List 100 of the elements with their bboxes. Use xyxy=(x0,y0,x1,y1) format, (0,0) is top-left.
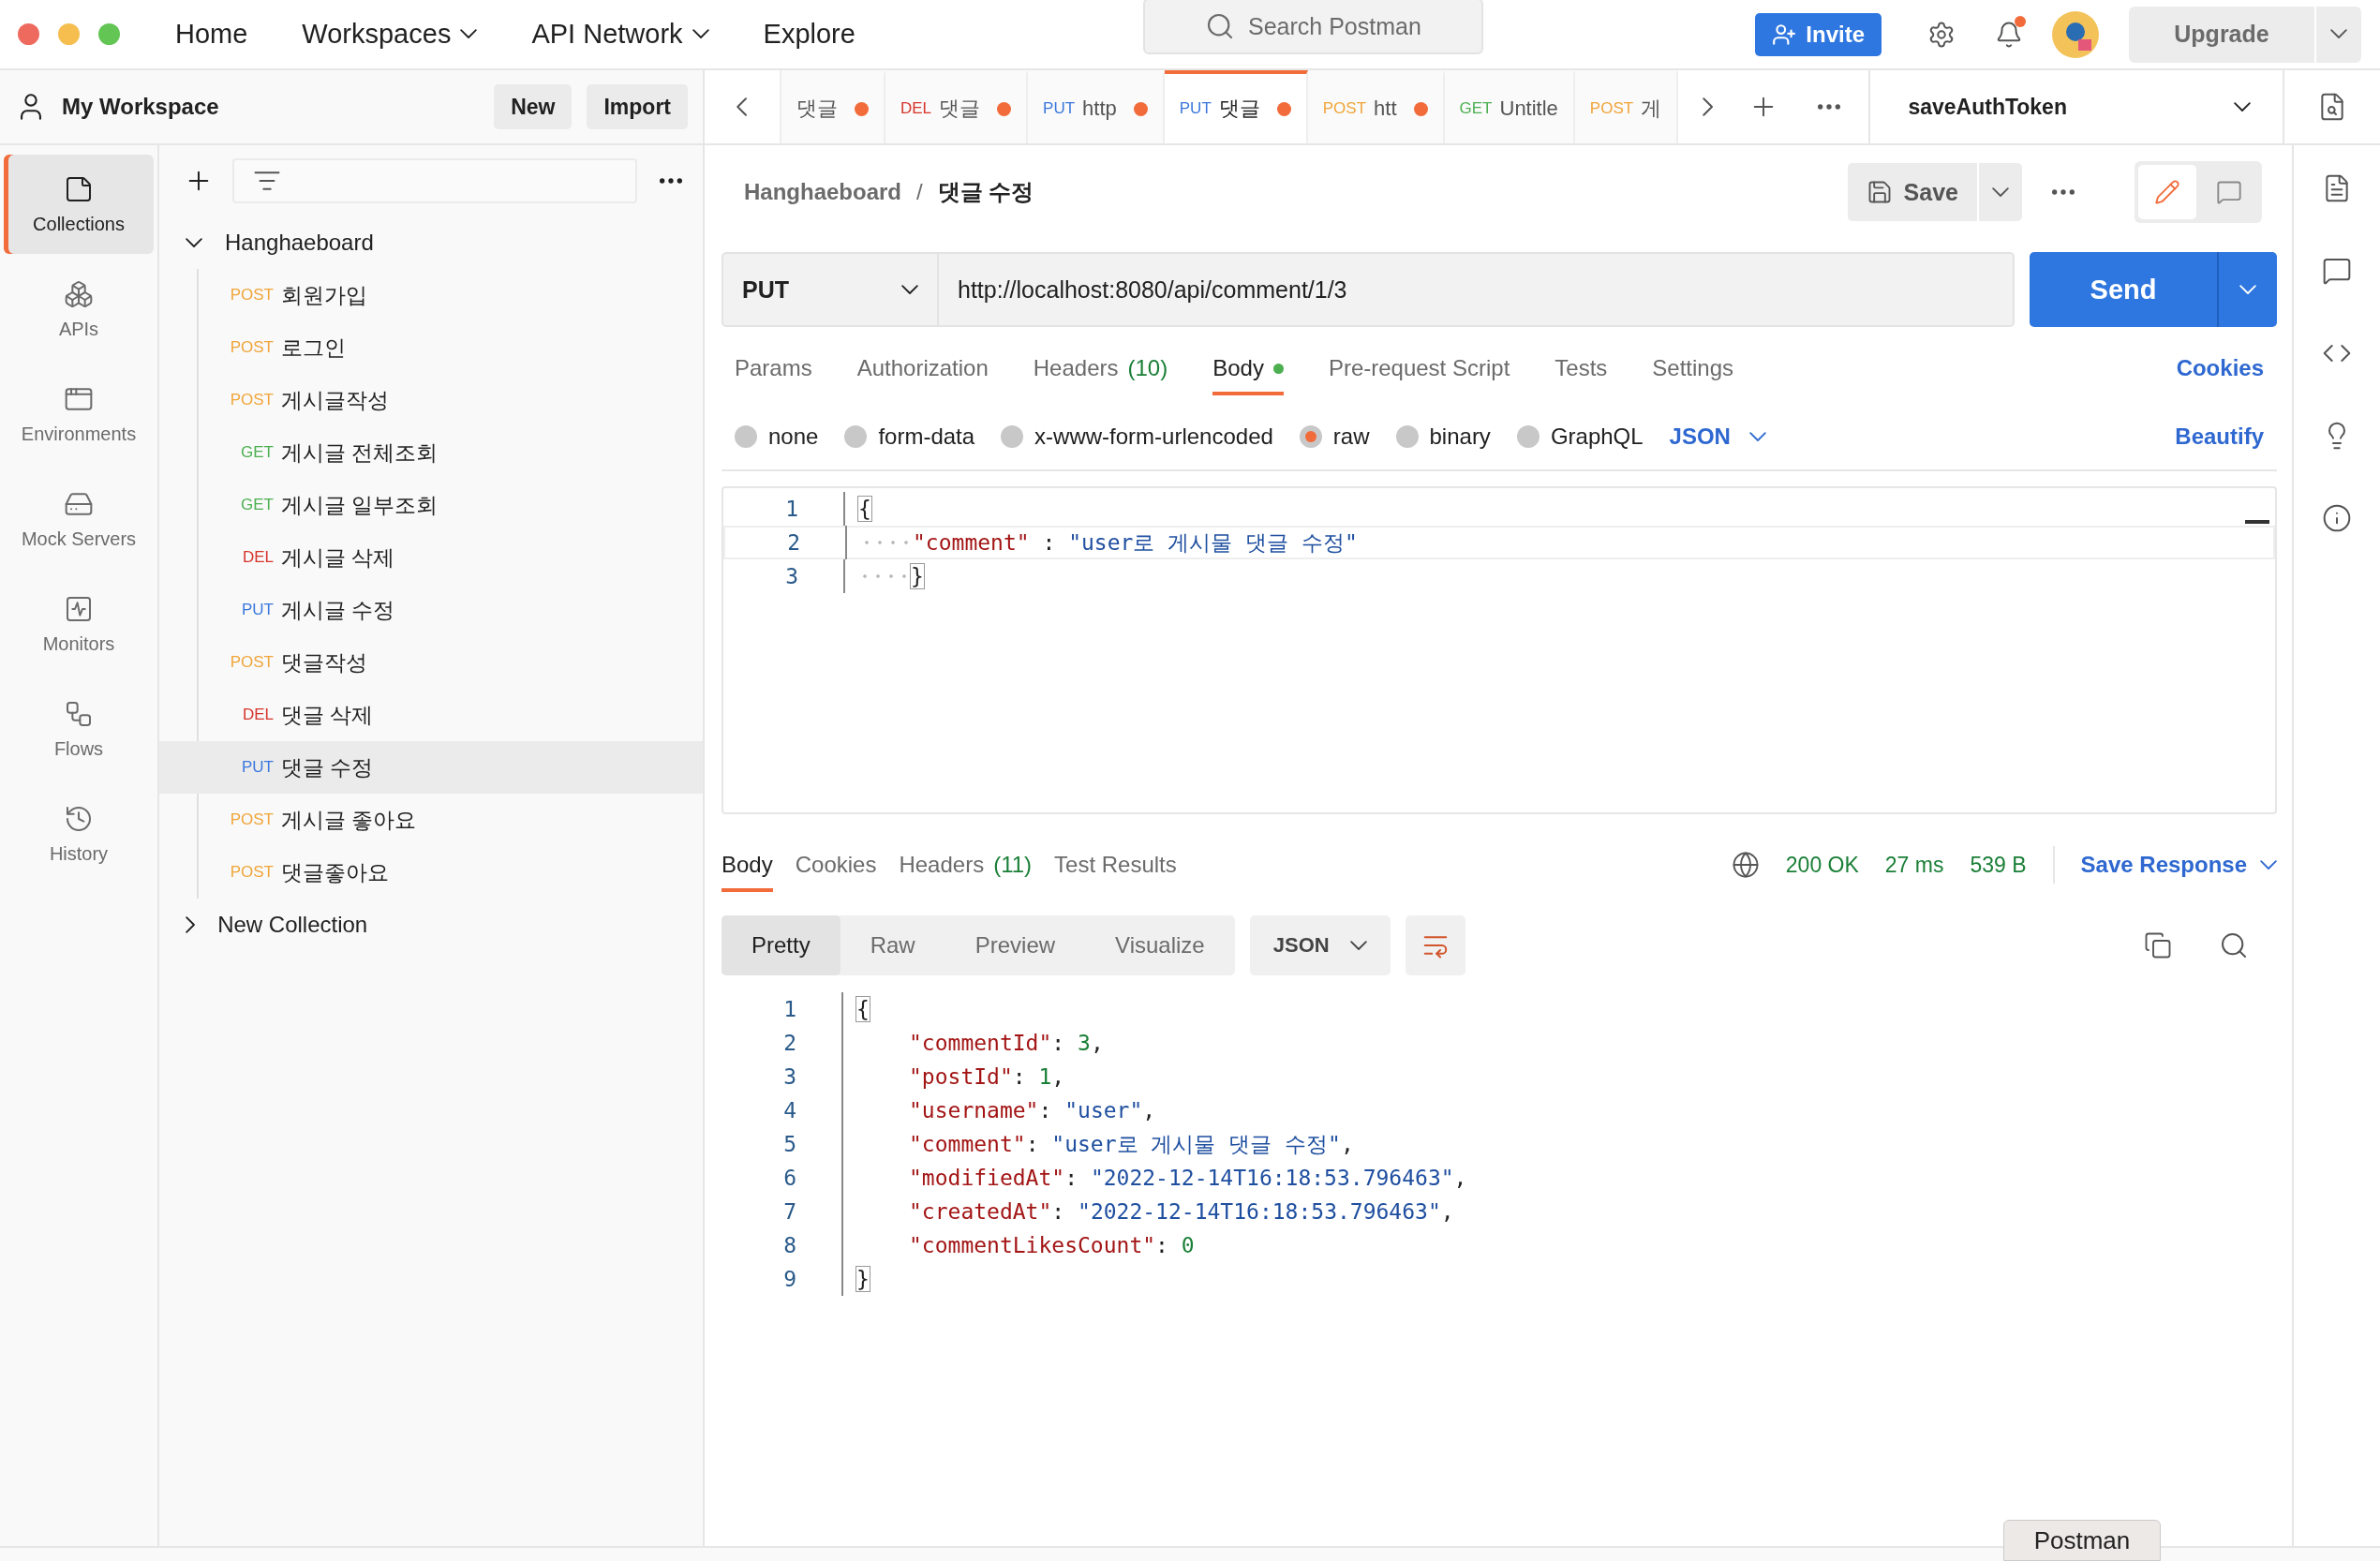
request-item[interactable]: DEL 게시글 삭제 xyxy=(159,531,703,584)
request-item[interactable]: GET 게시글 일부조회 xyxy=(159,479,703,531)
url-field[interactable]: http://localhost:8080/api/comment/1/3 xyxy=(939,252,2015,327)
request-tab[interactable]: GET Untitle xyxy=(1444,70,1575,143)
request-item[interactable]: POST 게시글작성 xyxy=(159,374,703,426)
request-item[interactable]: POST 게시글 좋아요 xyxy=(159,794,703,846)
info-icon[interactable] xyxy=(2322,503,2352,533)
collection-item[interactable]: New Collection xyxy=(159,899,703,951)
request-tab[interactable]: POST htt xyxy=(1307,70,1445,143)
request-section-tab[interactable]: Tests xyxy=(1554,345,1608,395)
sidebar-item[interactable]: History xyxy=(4,784,154,884)
view-mode-tab[interactable]: Preview xyxy=(945,915,1086,975)
wrap-icon[interactable] xyxy=(1405,915,1465,975)
beautify-link[interactable]: Beautify xyxy=(2175,424,2264,450)
sidebar-item[interactable]: Collections xyxy=(4,155,154,254)
nav-menu-item[interactable]: API Network xyxy=(531,19,709,50)
save-response-link[interactable]: Save Response xyxy=(2080,852,2277,878)
body-type-radio[interactable]: none xyxy=(735,424,819,450)
line-number: 6 xyxy=(782,1166,796,1190)
sidebar-item[interactable]: Flows xyxy=(4,679,154,779)
code-editor[interactable]: 1 { 2 "comment" : "user로 게시물 댓글 수정" 3 } xyxy=(721,486,2277,814)
code-line: } xyxy=(911,564,924,588)
request-tab[interactable]: PUT 댓글 xyxy=(1164,70,1308,143)
body-type-radio[interactable]: GraphQL xyxy=(1516,424,1644,450)
request-tab[interactable]: 댓글 xyxy=(781,70,885,143)
request-item[interactable]: POST 회원가입 xyxy=(159,269,703,321)
line-number: 3 xyxy=(782,1064,796,1089)
response-tab[interactable]: Cookies xyxy=(795,841,877,892)
avatar[interactable] xyxy=(2052,10,2099,58)
invite-button[interactable]: Invite xyxy=(1755,12,1882,56)
line-number: 7 xyxy=(782,1199,796,1224)
line-number: 1 xyxy=(782,997,796,1021)
caret-icon xyxy=(2260,859,2277,870)
request-tab[interactable]: DEL 댓글 xyxy=(885,70,1029,143)
comment-icon[interactable] xyxy=(2322,256,2352,286)
code-line: "comment": "user로 게시물 댓글 수정", xyxy=(909,1130,1354,1158)
filter-field[interactable] xyxy=(232,158,637,203)
sidebar-item[interactable]: Environments xyxy=(4,364,154,464)
caret-icon xyxy=(2239,284,2256,295)
collection-item[interactable]: Hanghaeboard xyxy=(159,216,703,269)
view-mode-tab[interactable]: Pretty xyxy=(721,915,840,975)
request-section-tab[interactable]: Body xyxy=(1212,345,1284,395)
nav-menu-item[interactable]: Explore xyxy=(763,19,855,50)
request-section-tab[interactable]: Settings xyxy=(1652,345,1734,395)
sidebar-item[interactable]: Monitors xyxy=(4,574,154,674)
request-tab[interactable]: POST 게 xyxy=(1574,70,1679,143)
code-line: "commentId": 3, xyxy=(909,1031,1104,1055)
request-item[interactable]: DEL 댓글 삭제 xyxy=(159,689,703,741)
request-item[interactable]: PUT 댓글 수정 xyxy=(159,741,703,794)
view-mode-tab[interactable]: Raw xyxy=(840,915,945,975)
caret-icon xyxy=(186,237,202,248)
edit-icon[interactable] xyxy=(2138,165,2196,219)
cookies-link[interactable]: Cookies xyxy=(2176,355,2264,381)
request-section-tab[interactable]: Params xyxy=(735,345,812,395)
request-section-tab[interactable]: Authorization xyxy=(856,345,989,395)
caret-icon xyxy=(901,284,918,295)
body-type-radio[interactable]: binary xyxy=(1395,424,1491,450)
breadcrumb-link[interactable]: Hanghaeboard xyxy=(744,179,902,205)
sidebar-item[interactable]: APIs xyxy=(4,260,154,359)
workspace-button[interactable]: Import xyxy=(587,84,688,129)
line-number: 2 xyxy=(786,530,800,555)
request-item[interactable]: POST 댓글작성 xyxy=(159,636,703,689)
line-number: 1 xyxy=(784,497,798,521)
save-button[interactable]: Save xyxy=(1847,163,1977,221)
nav-menu-item[interactable]: Workspaces xyxy=(302,19,478,50)
format-select[interactable]: JSON xyxy=(1669,424,1766,450)
request-section-tab[interactable]: Headers (10) xyxy=(1033,345,1168,395)
format-select[interactable]: JSON xyxy=(1249,915,1391,975)
tooltip: Postman xyxy=(2003,1520,2161,1561)
request-item[interactable]: POST 로그인 xyxy=(159,321,703,374)
workspace-button[interactable]: New xyxy=(494,84,573,129)
code-line: "modifiedAt": "2022-12-14T16:18:53.796463", xyxy=(909,1166,1467,1190)
copy-icon[interactable] xyxy=(2144,931,2172,959)
request-tab[interactable]: PUT http xyxy=(1028,70,1165,143)
environment-select[interactable]: saveAuthToken xyxy=(1868,70,2285,143)
nav-menu-item[interactable]: Home xyxy=(175,19,248,50)
response-size: 539 B xyxy=(1970,852,2027,878)
code-line: "createdAt": "2022-12-14T16:18:53.796463", xyxy=(909,1199,1454,1224)
request-title: 댓글 수정 xyxy=(937,178,1034,206)
request-item[interactable]: PUT 게시글 수정 xyxy=(159,584,703,636)
response-tab[interactable]: Body xyxy=(721,841,773,892)
send-button[interactable]: Send xyxy=(2030,252,2217,327)
upgrade-button[interactable]: Upgrade xyxy=(2129,6,2314,63)
sidebar-item[interactable]: Mock Servers xyxy=(4,469,154,569)
body-type-radio[interactable]: form-data xyxy=(844,424,975,450)
request-section-tab[interactable]: Pre-request Script xyxy=(1328,345,1510,395)
request-item[interactable]: GET 게시글 전체조회 xyxy=(159,426,703,479)
window-control[interactable] xyxy=(18,23,39,45)
code-line: "username": "user", xyxy=(909,1098,1156,1122)
add-user-icon xyxy=(1772,22,1797,47)
view-mode-tab[interactable]: Visualize xyxy=(1085,915,1235,975)
line-number: 4 xyxy=(782,1098,796,1122)
search-field[interactable]: Search Postman xyxy=(1143,0,1483,54)
request-item[interactable]: POST 댓글좋아요 xyxy=(159,846,703,899)
response-tab[interactable]: Test Results xyxy=(1054,841,1177,892)
method-select[interactable]: PUT xyxy=(721,252,939,327)
body-type-radio[interactable]: raw xyxy=(1299,424,1370,450)
response-tab[interactable]: Headers (11) xyxy=(899,841,1033,892)
body-type-radio[interactable]: x-www-form-urlencoded xyxy=(1001,424,1273,450)
search-icon[interactable] xyxy=(2219,930,2249,960)
